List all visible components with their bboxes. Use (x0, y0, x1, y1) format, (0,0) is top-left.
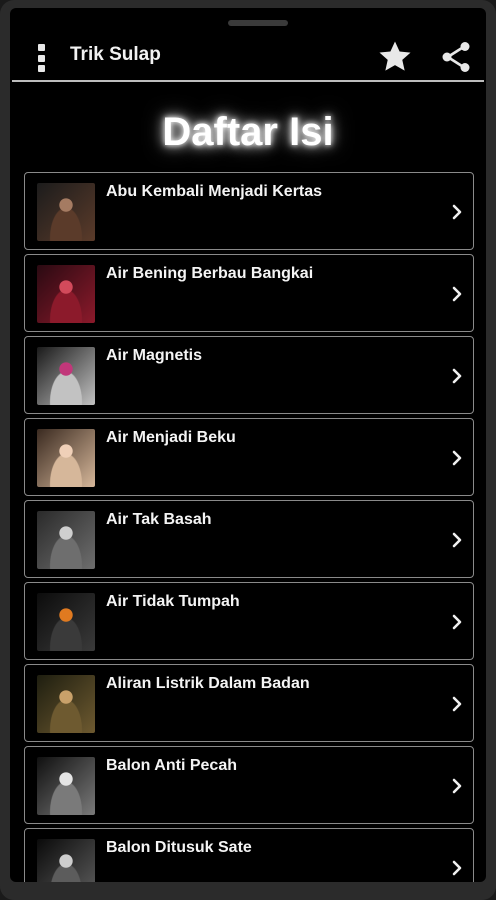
thumbnail-image (37, 347, 95, 405)
list-item-title: Abu Kembali Menjadi Kertas (106, 183, 323, 200)
more-vert-icon[interactable] (36, 44, 46, 72)
list-item[interactable]: Air Tak Basah (24, 500, 474, 578)
thumbnail-image (37, 511, 95, 569)
list-item-title: Air Bening Berbau Bangkai (106, 265, 314, 282)
chevron-right-icon (452, 450, 462, 466)
chevron-right-icon (452, 614, 462, 630)
thumbnail-image (37, 593, 95, 651)
list-item[interactable]: Air Bening Berbau Bangkai (24, 254, 474, 332)
app-bar: Trik Sulap (10, 30, 486, 86)
list-item-title: Air Tak Basah (106, 511, 212, 528)
chevron-right-icon (452, 204, 462, 220)
chevron-right-icon (452, 368, 462, 384)
list-item[interactable]: Air Tidak Tumpah (24, 582, 474, 660)
app-screen: Trik Sulap Daftar Isi Abu Kembali Menjad… (10, 8, 486, 882)
list-item-title: Air Tidak Tumpah (106, 593, 240, 610)
list-item[interactable]: Air Magnetis (24, 336, 474, 414)
thumbnail-image (37, 675, 95, 733)
thumbnail-image (37, 429, 95, 487)
list-item-title: Air Magnetis (106, 347, 203, 364)
list-item[interactable]: Balon Anti Pecah (24, 746, 474, 824)
chevron-right-icon (452, 778, 462, 794)
contents-list: Abu Kembali Menjadi Kertas Air Bening Ber… (24, 172, 474, 882)
thumbnail-image (37, 183, 95, 241)
chevron-right-icon (452, 696, 462, 712)
chevron-right-icon (452, 860, 462, 876)
device-bottom-bezel (0, 882, 496, 900)
thumbnail-image (37, 757, 95, 815)
chevron-right-icon (452, 532, 462, 548)
appbar-divider (12, 80, 484, 82)
list-item-title: Air Menjadi Beku (106, 429, 236, 446)
list-item-title: Aliran Listrik Dalam Badan (106, 675, 310, 692)
device-frame: Trik Sulap Daftar Isi Abu Kembali Menjad… (0, 0, 496, 900)
list-item-title: Balon Anti Pecah (106, 757, 237, 774)
chevron-right-icon (452, 286, 462, 302)
list-item-title: Balon Ditusuk Sate (106, 839, 252, 856)
share-icon[interactable] (438, 38, 474, 76)
list-item[interactable]: Abu Kembali Menjadi Kertas (24, 172, 474, 250)
thumbnail-image (37, 265, 95, 323)
speaker-notch (228, 20, 288, 26)
thumbnail-image (37, 839, 95, 882)
list-item[interactable]: Air Menjadi Beku (24, 418, 474, 496)
app-title: Trik Sulap (70, 44, 161, 65)
star-icon[interactable] (376, 38, 414, 76)
page-heading: Daftar Isi (162, 110, 334, 154)
list-item[interactable]: Aliran Listrik Dalam Badan (24, 664, 474, 742)
list-item[interactable]: Balon Ditusuk Sate (24, 828, 474, 882)
